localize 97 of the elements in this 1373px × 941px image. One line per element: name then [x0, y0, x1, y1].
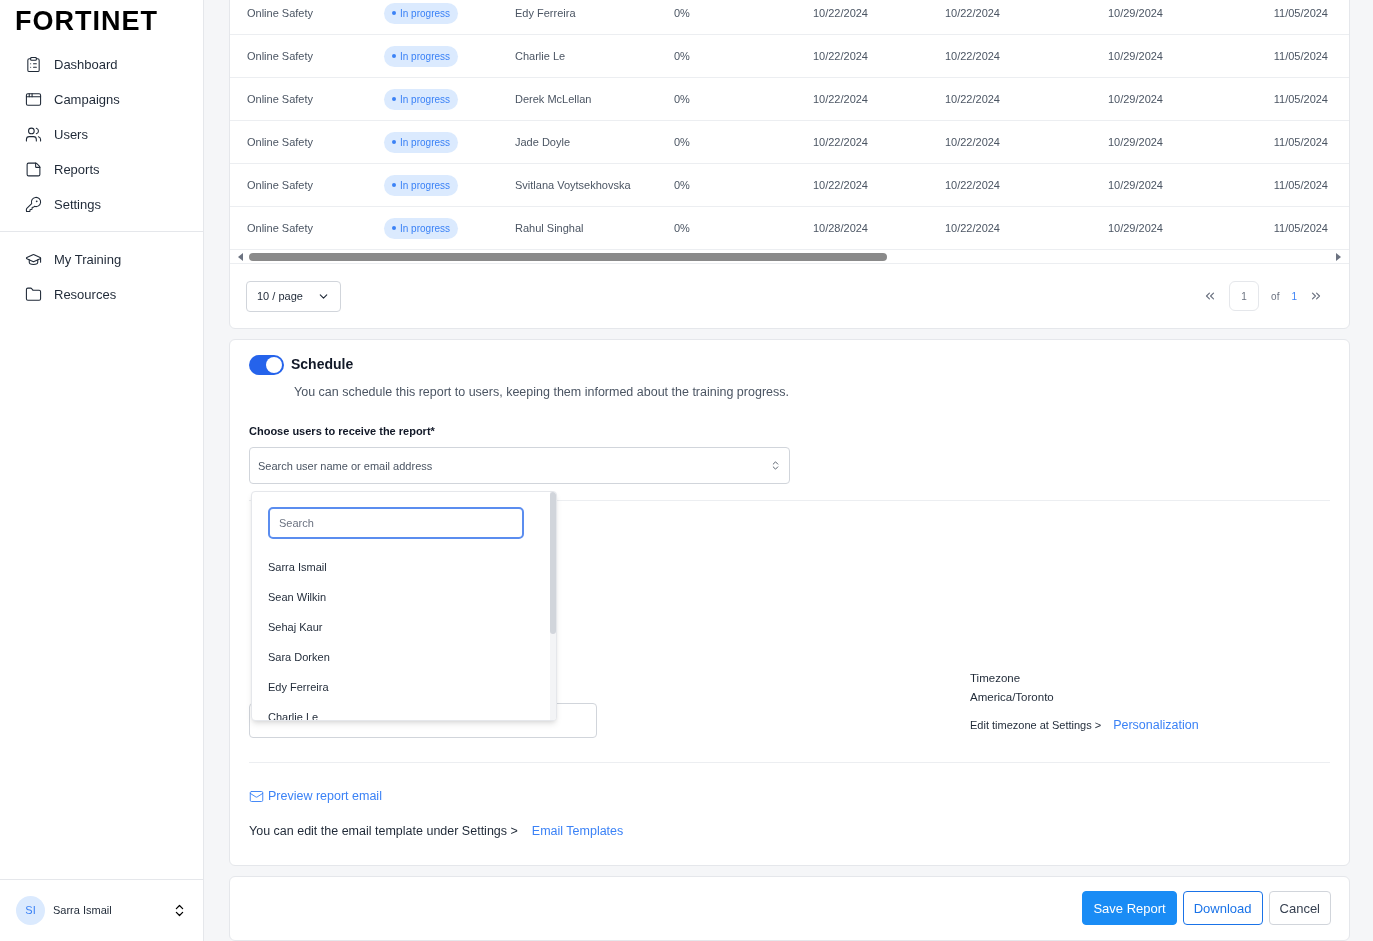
graduation-cap-icon [25, 251, 42, 268]
schedule-description: You can schedule this report to users, keeping them informed about the training progress. [294, 384, 790, 401]
table-cell-text: Online Safety [247, 5, 315, 21]
table-cell-text: 10/29/2024 [1106, 48, 1163, 64]
logo: FORTINET [15, 6, 158, 36]
table-cell-text: 10/29/2024 [1106, 220, 1163, 236]
table-cell-text: 11/05/2024 [1272, 48, 1328, 64]
note-icon [25, 161, 42, 178]
preview-email-link[interactable]: Preview report email [249, 787, 382, 806]
table-cell-text: Edy Ferreira [515, 5, 577, 21]
table-cell-text: 0% [674, 220, 691, 236]
table-cell-text: 11/05/2024 [1272, 177, 1328, 193]
nav-item[interactable]: Users [0, 117, 203, 152]
status-badge: In progress [384, 45, 459, 67]
table-cell-text: 10/29/2024 [1106, 5, 1163, 21]
scroll-right-icon[interactable] [1336, 252, 1341, 261]
table-cell-text: 10/22/2024 [811, 91, 868, 107]
table-cell-text: 10/22/2024 [943, 5, 1000, 21]
table-cell-text: Charlie Le [515, 48, 567, 64]
nav-item[interactable]: Reports [0, 152, 203, 187]
table-cell-text: 10/22/2024 [943, 220, 1000, 236]
nav-item[interactable]: Resources [0, 277, 203, 312]
timezone-label: Timezone [970, 671, 1022, 686]
table-cell-text: 0% [674, 91, 691, 107]
table-cell-text: Online Safety [247, 48, 315, 64]
status-badge: In progress [384, 2, 459, 24]
email-templates-link[interactable]: Email Templates [531, 822, 624, 841]
table-cell-text: 10/22/2024 [811, 48, 868, 64]
table-cell-text: 10/29/2024 [1106, 177, 1163, 193]
table-cell-text: Online Safety [247, 177, 315, 193]
nav-item[interactable]: Settings [0, 187, 203, 222]
table-cell-text: 11/05/2024 [1272, 220, 1328, 236]
table-cell-text: 0% [674, 134, 691, 150]
table-cell-text: Online Safety [247, 134, 315, 150]
dropdown-scrollbar[interactable] [550, 492, 556, 721]
table-cell-text: Derek McLellan [515, 91, 593, 107]
horizontal-scrollbar[interactable] [230, 250, 1349, 264]
dropdown-option[interactable]: Sean Wilkin [268, 582, 550, 613]
window-icon [25, 91, 42, 108]
nav-item[interactable]: Campaigns [0, 82, 203, 117]
table-cell-text: 11/05/2024 [1272, 134, 1328, 150]
avatar: SI [16, 896, 45, 925]
table-cell-text: 10/22/2024 [943, 177, 1000, 193]
nav-item[interactable]: Dashboard [0, 47, 203, 82]
table-cell-text: 11/05/2024 [1272, 91, 1328, 107]
table-cell-text: 10/29/2024 [1106, 91, 1163, 107]
dropdown-search-field[interactable]: Search [268, 507, 524, 540]
table-cell-text: 10/22/2024 [811, 177, 868, 193]
table-cell-text: 0% [674, 177, 691, 193]
table-cell-text: Rahul Singhal [515, 220, 585, 236]
download-button[interactable]: Download [1182, 891, 1263, 926]
table-cell-text: Online Safety [247, 91, 315, 107]
status-badge: In progress [384, 131, 459, 153]
user-name: Sarra Ismail [53, 903, 112, 919]
folder-icon [25, 286, 42, 303]
dropdown-option[interactable]: Edy Ferreira [268, 672, 550, 703]
status-badge: In progress [384, 174, 459, 196]
table-cell-text: 10/22/2024 [811, 134, 868, 150]
table-cell-text: 10/28/2024 [811, 220, 868, 236]
total-pages: 1 [1291, 289, 1297, 304]
mail-icon [249, 789, 264, 805]
nav-item[interactable]: My Training [0, 242, 203, 277]
status-badge: In progress [384, 217, 459, 239]
table-cell-text: 10/22/2024 [943, 48, 1000, 64]
table-cell-text: 10/29/2024 [1106, 134, 1163, 150]
table-cell-text: 10/22/2024 [943, 134, 1000, 150]
of-label: of [1271, 289, 1280, 304]
timezone-hint: Edit timezone at Settings > [970, 717, 1102, 733]
dropdown-option[interactable]: Sara Dorken [268, 642, 550, 673]
dropdown-option[interactable]: Sehaj Kaur [268, 612, 550, 643]
scroll-left-icon[interactable] [238, 252, 243, 261]
select-icon [770, 460, 781, 472]
template-hint: You can edit the email template under Settings > [249, 823, 518, 840]
schedule-toggle[interactable] [249, 354, 284, 375]
users-icon [25, 126, 42, 143]
key-icon [25, 196, 42, 213]
table-cell-text: Online Safety [247, 220, 315, 236]
table-cell-text: 10/22/2024 [811, 5, 868, 21]
cancel-button[interactable]: Cancel [1268, 891, 1331, 926]
table-cell-text: 0% [674, 5, 691, 21]
dropdown-option[interactable]: Charlie Le [268, 702, 550, 721]
page-size-select[interactable]: 10 / page [246, 280, 341, 312]
last-page-icon[interactable] [1309, 289, 1323, 303]
timezone-value: America/Toronto [970, 690, 1055, 706]
clipboard-icon [25, 56, 42, 73]
schedule-title: Schedule [291, 355, 354, 374]
table-cell-text: Jade Doyle [515, 134, 572, 150]
status-badge: In progress [384, 88, 459, 110]
recipients-select[interactable]: Search user name or email address [249, 447, 790, 485]
table-cell-text: 10/22/2024 [943, 91, 1000, 107]
recipients-label: Choose users to receive the report* [249, 423, 436, 439]
page-input[interactable]: 1 [1229, 281, 1260, 311]
dropdown-option[interactable]: Sarra Ismail [268, 552, 550, 583]
personalization-link[interactable]: Personalization [1113, 715, 1199, 735]
table-cell-text: 0% [674, 48, 691, 64]
table-cell-text: 11/05/2024 [1272, 5, 1328, 21]
table-cell-text: Svitlana Voytsekhovska [515, 177, 632, 193]
